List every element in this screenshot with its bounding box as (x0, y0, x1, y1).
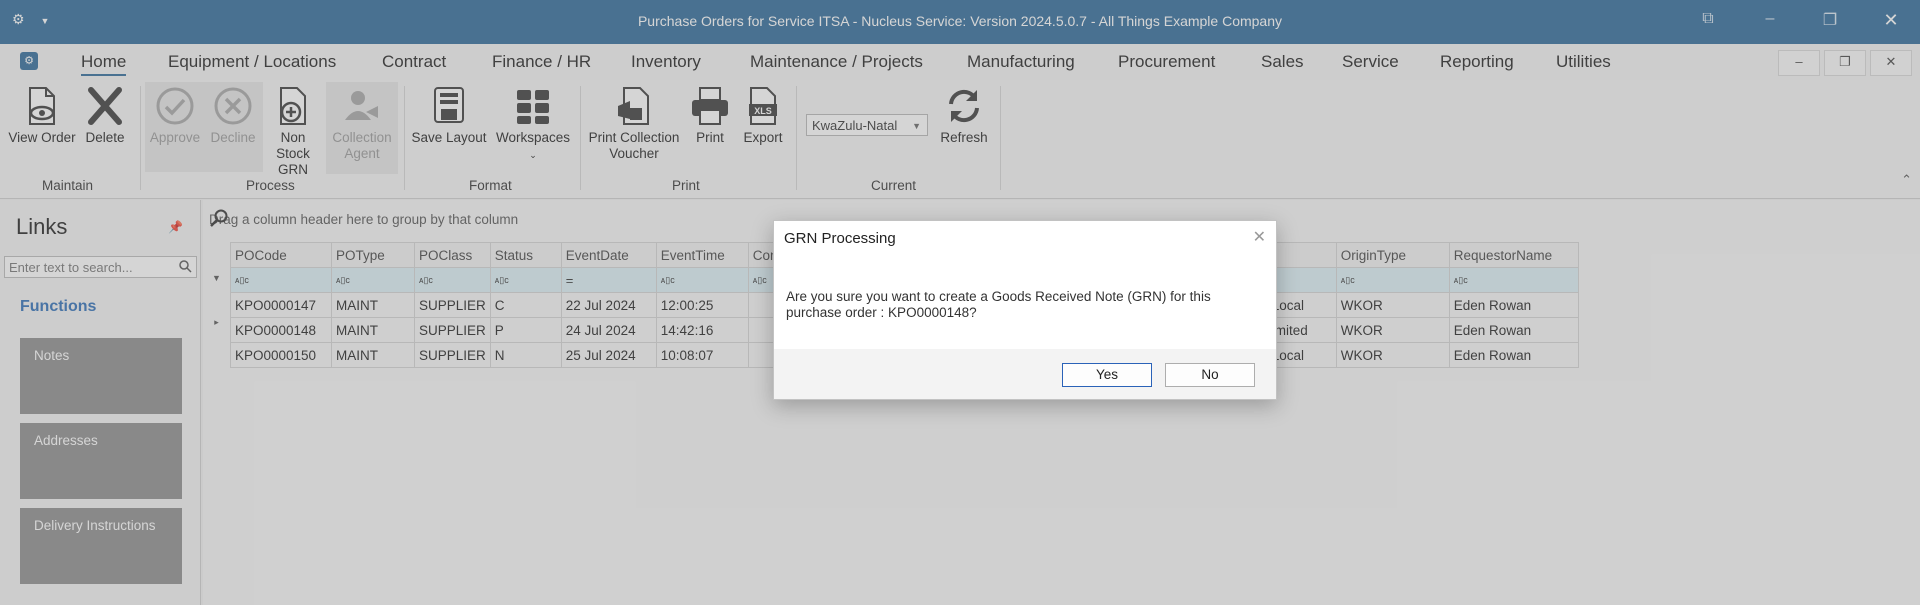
close-icon[interactable]: ✕ (1253, 227, 1266, 247)
grn-processing-dialog: GRN Processing ✕ Are you sure you want t… (773, 220, 1277, 400)
dialog-footer: Yes No (774, 349, 1276, 399)
dialog-title: GRN Processing (784, 230, 896, 247)
yes-button[interactable]: Yes (1062, 363, 1152, 387)
no-button[interactable]: No (1165, 363, 1255, 387)
dialog-message: Are you sure you want to create a Goods … (786, 289, 1211, 320)
